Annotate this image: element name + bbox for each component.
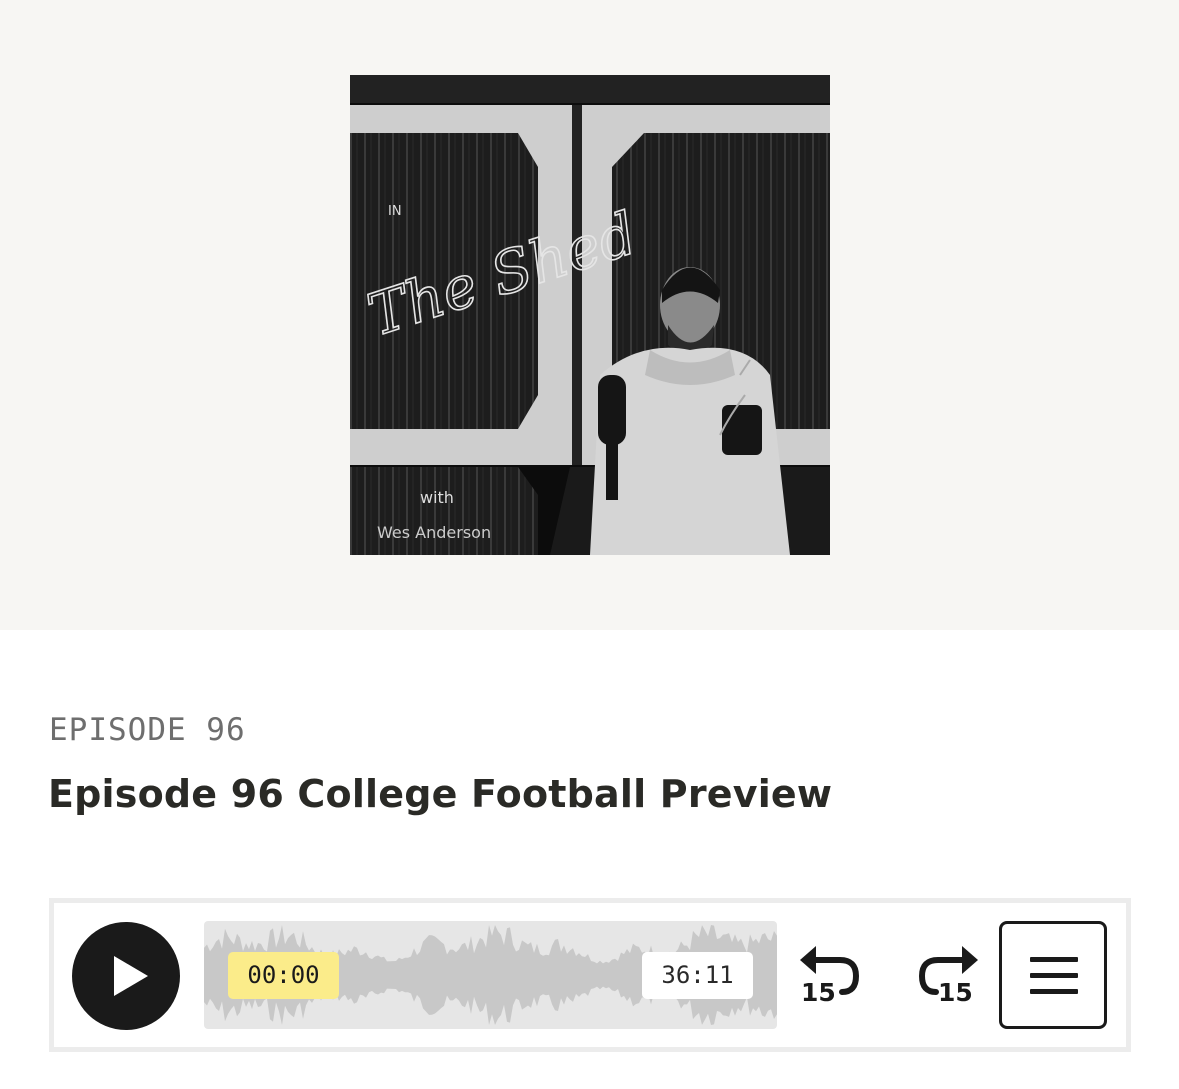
episode-title: Episode 96 College Football Preview	[48, 772, 833, 816]
skip-back-seconds: 15	[801, 978, 836, 1007]
skip-back-button[interactable]: 15	[796, 938, 866, 1014]
menu-button[interactable]	[999, 921, 1107, 1029]
skip-forward-button[interactable]: 15	[912, 938, 982, 1014]
play-button[interactable]	[72, 922, 180, 1030]
play-icon	[114, 956, 148, 996]
cover-title-small: IN	[388, 204, 402, 219]
cover-host-name: Wes Anderson	[377, 523, 491, 542]
current-time: 00:00	[228, 952, 339, 999]
cover-illustration: IN The Shed with Wes Anderson	[350, 75, 830, 555]
total-duration: 36:11	[642, 952, 753, 999]
skip-forward-seconds: 15	[938, 978, 973, 1007]
hero-banner: IN The Shed with Wes Anderson	[0, 0, 1179, 630]
podcast-cover-art: IN The Shed with Wes Anderson	[350, 75, 830, 555]
cover-with-text: with	[420, 488, 454, 507]
episode-label: EPISODE 96	[49, 712, 246, 748]
